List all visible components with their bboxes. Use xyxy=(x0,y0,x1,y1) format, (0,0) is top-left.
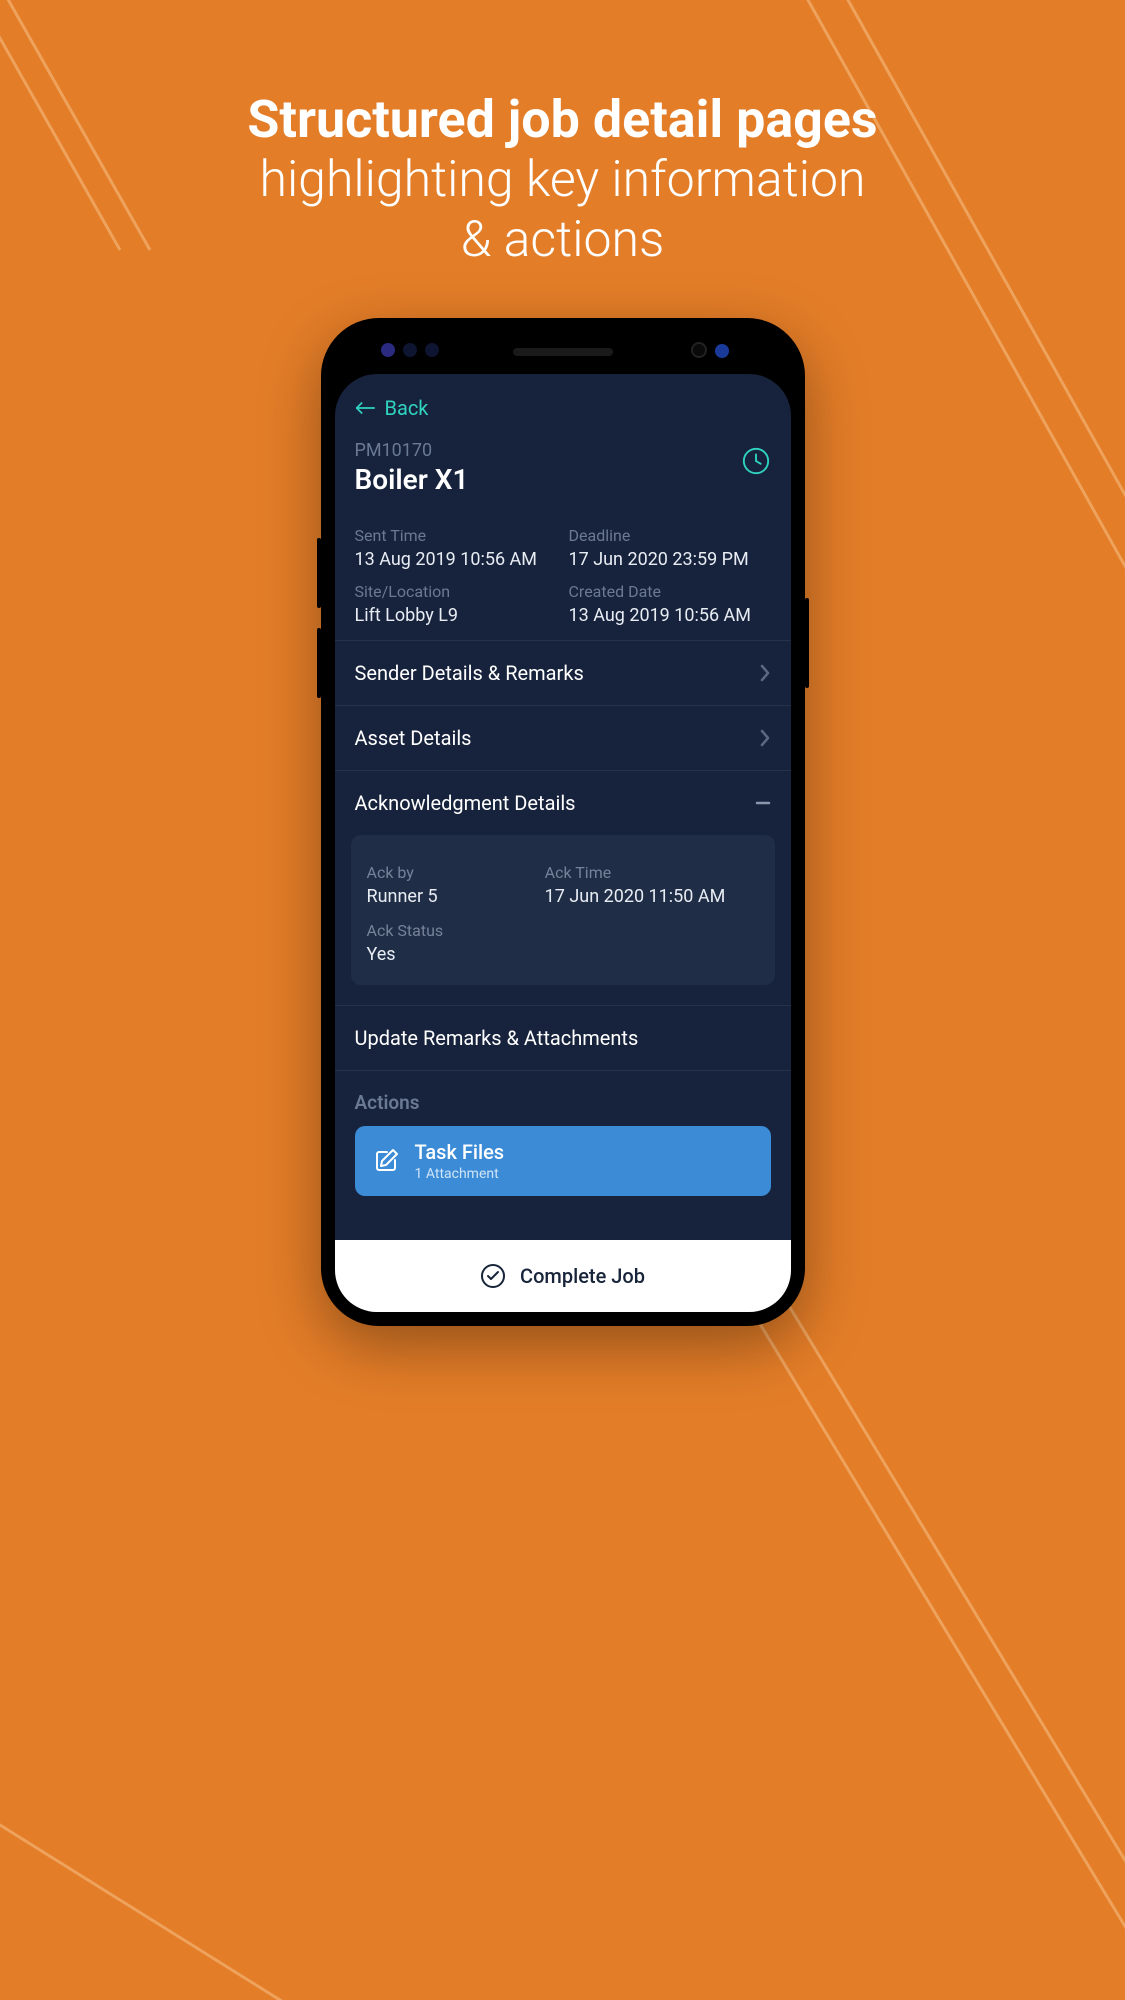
update-remarks-row[interactable]: Update Remarks & Attachments xyxy=(335,1005,791,1071)
task-files-subtitle: 1 Attachment xyxy=(415,1166,505,1182)
edit-icon xyxy=(373,1147,401,1175)
asset-details-row[interactable]: Asset Details xyxy=(335,705,791,770)
complete-job-button[interactable]: Complete Job xyxy=(335,1240,791,1312)
check-circle-icon xyxy=(480,1263,506,1289)
speaker-dots-right xyxy=(691,342,737,362)
deadline-value: 17 Jun 2020 23:59 PM xyxy=(569,549,771,570)
back-button[interactable]: Back xyxy=(335,374,791,430)
power-button xyxy=(805,598,809,688)
sent-time-label: Sent Time xyxy=(355,526,557,545)
job-id: PM10170 xyxy=(355,440,469,461)
task-files-button[interactable]: Task Files 1 Attachment xyxy=(355,1126,771,1196)
volume-down-button xyxy=(317,628,321,698)
ack-by-value: Runner 5 xyxy=(367,886,545,907)
job-info-grid: Sent Time Deadline 13 Aug 2019 10:56 AM … xyxy=(335,496,791,640)
site-label: Site/Location xyxy=(355,582,557,601)
arrow-left-icon xyxy=(355,400,375,416)
created-value: 13 Aug 2019 10:56 AM xyxy=(569,605,771,626)
headline-bold: Structured job detail pages xyxy=(0,90,1125,150)
update-remarks-label: Update Remarks & Attachments xyxy=(355,1026,639,1050)
ack-details-label: Acknowledgment Details xyxy=(355,791,576,815)
ack-status-value: Yes xyxy=(367,944,759,965)
ack-status-label: Ack Status xyxy=(367,921,759,940)
headline-light-1: highlighting key information xyxy=(0,150,1125,210)
complete-job-label: Complete Job xyxy=(520,1264,645,1288)
actions-section-label: Actions xyxy=(335,1071,791,1126)
sender-details-row[interactable]: Sender Details & Remarks xyxy=(335,640,791,705)
sender-details-label: Sender Details & Remarks xyxy=(355,661,584,685)
sent-time-value: 13 Aug 2019 10:56 AM xyxy=(355,549,557,570)
history-icon[interactable] xyxy=(741,446,771,476)
ack-time-label: Ack Time xyxy=(545,863,759,882)
asset-details-label: Asset Details xyxy=(355,726,472,750)
created-label: Created Date xyxy=(569,582,771,601)
phone-frame: Back PM10170 Boiler X1 Sent Time Deadlin… xyxy=(321,318,805,1326)
chevron-right-icon xyxy=(759,729,771,747)
ack-details-row[interactable]: Acknowledgment Details xyxy=(335,770,791,835)
app-screen: Back PM10170 Boiler X1 Sent Time Deadlin… xyxy=(335,374,791,1312)
ack-details-card: Ack by Ack Time Runner 5 17 Jun 2020 11:… xyxy=(351,835,775,985)
ack-by-label: Ack by xyxy=(367,863,545,882)
job-title: Boiler X1 xyxy=(355,463,469,496)
chevron-right-icon xyxy=(759,664,771,682)
job-header: PM10170 Boiler X1 xyxy=(335,430,791,496)
task-files-title: Task Files xyxy=(415,1140,505,1164)
ack-time-value: 17 Jun 2020 11:50 AM xyxy=(545,886,759,907)
site-value: Lift Lobby L9 xyxy=(355,605,557,626)
deadline-label: Deadline xyxy=(569,526,771,545)
volume-up-button xyxy=(317,538,321,608)
minus-icon xyxy=(755,795,771,811)
speaker-dots-left xyxy=(381,342,447,361)
marketing-header: Structured job detail pages highlighting… xyxy=(0,0,1125,270)
back-label: Back xyxy=(385,396,429,420)
headline-light-2: & actions xyxy=(0,210,1125,270)
